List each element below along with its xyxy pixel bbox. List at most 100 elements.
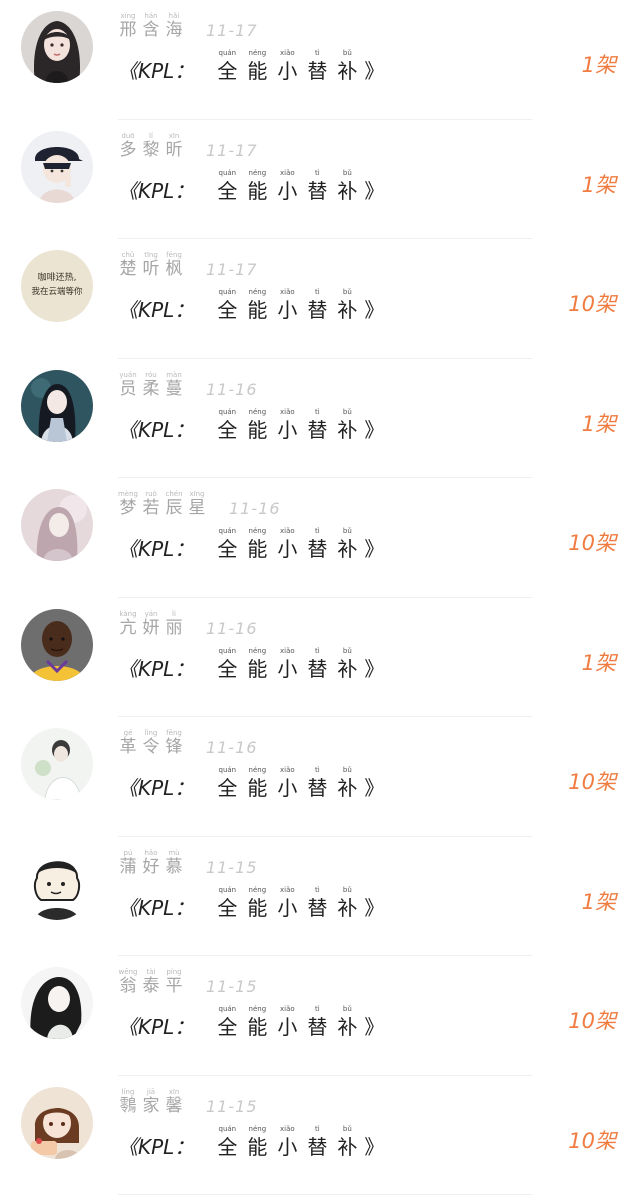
gift-date: 11-16 [206,379,258,399]
title-char: néng 能 [242,1125,272,1160]
avatar[interactable] [21,608,93,681]
title-char: bǔ 补 [332,647,362,682]
user-name: chǔ 楚 tīng 听 fēng 枫 11-17 [117,248,258,280]
gift-title: 《KPL： quán 全 néng 能 xiǎo 小 tì 替 bǔ 补》 [118,881,384,921]
title-pinyin: quán [218,527,237,535]
name-char: xīn 馨 [163,1088,185,1117]
title-prefix: 《KPL： [118,1134,195,1159]
title-hanzi: 能 [247,656,268,681]
name-hanzi: 馨 [165,1095,183,1116]
title-hanzi: 补 [337,776,358,800]
title-suffix: 》 [364,1134,385,1159]
title-suffix: 》 [364,59,385,83]
title-hanzi: 替 [307,178,328,203]
avatar[interactable] [21,1086,93,1159]
name-hanzi: 平 [165,976,183,996]
avatar[interactable] [21,728,93,800]
name-char: jiā 家 [140,1088,162,1117]
gift-date: 11-17 [206,21,258,40]
title-hanzi: 小 [277,59,298,83]
avatar[interactable] [21,489,93,561]
title-hanzi: 补 [337,59,358,83]
title-char: tì 替 [302,647,332,682]
title-hanzi: 补 [337,417,358,442]
list-item[interactable]: duō 多 lí 黎 xīn 昕 11-17 《KPL： quán 全 néng 能 xiǎo 小 tì 替 b… [0,120,640,240]
name-hanzi: 辰 [165,498,183,518]
title-char: xiǎo 小 [272,1005,302,1040]
avatar[interactable]: 咖啡还热, 我在云端等你 [21,250,93,322]
title-char: tì 替 [302,1125,332,1160]
title-pinyin: bǔ [342,288,352,296]
title-pinyin: xiǎo [279,885,295,894]
list-item[interactable]: yuán 员 róu 柔 màn 蔓 11-16 《KPL： quán 全 néng 能 xiǎo 小 tì… [0,359,640,479]
gift-date: 11-16 [206,618,258,638]
list-item[interactable]: xíng 邢 hán 含 hǎi 海 11-17 《KPL： quán 全 néng 能 xiǎo 小 tì… [0,0,640,120]
avatar[interactable] [21,967,93,1039]
list-item[interactable]: pú 蒲 hǎo 好 mù 慕 11-15 《KPL： quán 全 néng 能 xiǎo 小 tì 替 bǔ… [0,837,640,957]
title-char: néng 能 [242,766,272,801]
title-hanzi: 补 [337,178,358,203]
title-hanzi: 能 [247,776,268,800]
title-pinyin: bǔ [342,646,352,655]
gift-date: 11-15 [206,857,258,877]
gift-title: 《KPL： quán 全 néng 能 xiǎo 小 tì 替 bǔ 补》 [118,642,384,682]
title-char: xiǎo 小 [272,527,302,562]
name-hanzi: 昕 [165,139,183,160]
title-pinyin: néng [248,1005,267,1013]
title-char: bǔ 补 [332,766,362,801]
title-hanzi: 全 [217,656,238,681]
name-char: fēng 锋 [163,729,185,758]
avatar[interactable] [21,369,93,442]
title-pinyin: tì [314,49,320,57]
name-pinyin: lì [172,609,176,618]
name-char: tài 泰 [140,968,162,997]
title-hanzi: 全 [217,178,238,203]
name-hanzi: 翁 [119,976,137,996]
list-item[interactable]: kàng 亢 yán 妍 lì 丽 11-16 《KPL： quán 全 néng 能 xiǎo 小 tì 替… [0,598,640,718]
title-char: xiǎo 小 [272,886,302,921]
name-char: yán 妍 [140,610,162,639]
name-hanzi: 星 [188,498,206,518]
user-name: duō 多 lí 黎 xīn 昕 11-17 [117,129,258,161]
list-item[interactable]: wēng 翁 tài 泰 píng 平 11-15 《KPL： quán 全 néng 能 xiǎo 小 t… [0,956,640,1076]
gift-title: 《KPL： quán 全 néng 能 xiǎo 小 tì 替 bǔ 补》 [118,403,384,443]
title-char: néng 能 [242,527,272,562]
title-hanzi: 能 [247,1015,268,1039]
user-name: gé 革 lìng 令 fēng 锋 11-16 [117,726,258,758]
title-prefix: 《KPL： [118,895,195,920]
avatar[interactable] [21,847,93,920]
avatar[interactable] [21,11,93,83]
name-pinyin: xīn [168,1087,180,1096]
title-hanzi: 小 [277,298,298,322]
avatar[interactable] [21,130,93,203]
title-hanzi: 替 [307,1134,328,1159]
name-hanzi: 蔓 [165,378,183,399]
title-hanzi: 小 [277,178,298,203]
list-item[interactable]: líng 䴇 jiā 家 xīn 馨 11-15 《KPL： quán 全 néng 能 xiǎo 小 tì… [0,1076,640,1195]
gift-date: 11-15 [206,977,258,996]
name-pinyin: hán [144,12,158,20]
title-char: tì 替 [302,169,332,204]
gift-title: 《KPL： quán 全 néng 能 xiǎo 小 tì 替 bǔ 补》 [118,164,384,204]
title-char: bǔ 补 [332,49,362,84]
title-hanzi: 全 [217,417,238,442]
list-item[interactable]: 咖啡还热, 我在云端等你 chǔ 楚 tīng 听 fēng 枫 11-17 《KPL： quán… [0,239,640,359]
title-hanzi: 能 [247,417,268,442]
user-name: kàng 亢 yán 妍 lì 丽 11-16 [117,607,258,639]
user-name: mèng 梦 ruò 若 chén 辰 xīng 星 11-16 [117,487,281,519]
title-char: quán 全 [212,766,242,801]
name-pinyin: wēng [118,968,138,976]
name-char: lì 丽 [163,610,185,639]
name-pinyin: fēng [166,251,182,259]
name-pinyin: duō [121,131,135,140]
name-pinyin: jiā [146,1087,156,1096]
name-pinyin: kàng [119,609,137,618]
title-prefix: 《KPL： [118,537,195,561]
list-item[interactable]: gé 革 lìng 令 fēng 锋 11-16 《KPL： quán 全 néng 能 xiǎo 小 tì… [0,717,640,837]
name-pinyin: lí [149,131,153,140]
list-item[interactable]: mèng 梦 ruò 若 chén 辰 xīng 星 11-16 《KPL： quán 全 néng 能 x… [0,478,640,598]
name-char: kàng 亢 [117,610,139,639]
title-pinyin: bǔ [342,766,352,774]
title-hanzi: 能 [247,537,268,561]
title-char: quán 全 [212,886,242,921]
